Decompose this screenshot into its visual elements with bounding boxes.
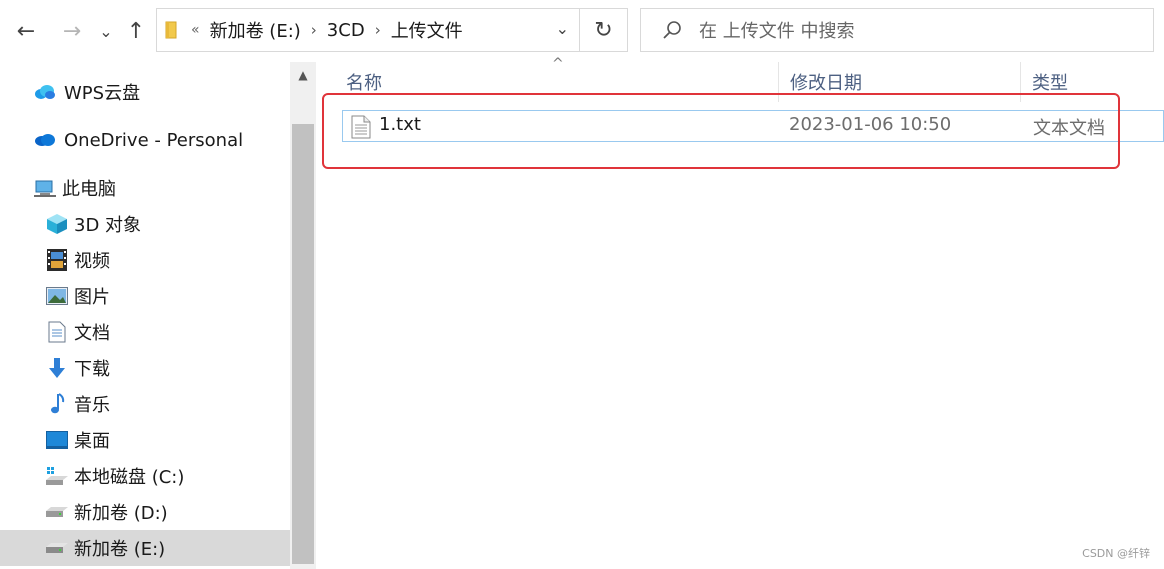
sidebar-item-videos[interactable]: 视频	[0, 242, 290, 278]
file-list-pane: ^ 名称 修改日期 类型 1.txt 2023-01-06 10:50 文本文档	[316, 56, 1164, 569]
sidebar-item-desktop[interactable]: 桌面	[0, 422, 290, 458]
breadcrumb-separator-icon[interactable]: ›	[311, 21, 317, 39]
sidebar-item-label: WPS云盘	[64, 83, 141, 104]
sidebar-item-pictures[interactable]: 图片	[0, 278, 290, 314]
desktop-icon	[46, 429, 68, 451]
sidebar-item-wps-cloud[interactable]: WPS云盘	[0, 74, 290, 110]
arrow-up-icon: ↑	[126, 18, 146, 44]
sidebar-item-downloads[interactable]: 下载	[0, 350, 290, 386]
sidebar-item-3d-objects[interactable]: 3D 对象	[0, 206, 290, 242]
picture-icon	[46, 285, 68, 307]
sidebar-item-label: OneDrive - Personal	[64, 129, 244, 151]
music-icon	[46, 393, 68, 415]
search-icon	[663, 21, 681, 39]
sidebar-item-label: 此电脑	[62, 179, 116, 200]
refresh-button[interactable]: ↻	[580, 8, 628, 52]
sidebar-item-label: 新加卷 (E:)	[74, 539, 166, 560]
sidebar-item-label: 桌面	[74, 431, 110, 452]
sidebar-item-drive-d[interactable]: 新加卷 (D:)	[0, 494, 290, 530]
onedrive-icon	[34, 129, 56, 151]
sidebar-item-documents[interactable]: 文档	[0, 314, 290, 350]
column-header-name[interactable]: 名称	[346, 62, 382, 102]
breadcrumb-overflow[interactable]: «	[191, 22, 200, 38]
back-button[interactable]: ←	[14, 18, 38, 44]
address-bar[interactable]: « 新加卷 (E:) › 3CD › 上传文件 ⌄	[156, 8, 580, 52]
scroll-up-icon[interactable]: ▲	[290, 62, 316, 88]
search-input[interactable]: 在 上传文件 中搜索	[699, 17, 854, 43]
sidebar-item-this-pc[interactable]: 此电脑	[0, 170, 290, 206]
sidebar-item-drive-c[interactable]: 本地磁盘 (C:)	[0, 458, 290, 494]
text-file-icon	[351, 115, 371, 139]
column-header-type[interactable]: 类型	[1032, 62, 1068, 102]
cube-icon	[46, 213, 68, 235]
up-button[interactable]: ↑	[124, 18, 148, 44]
breadcrumb-item[interactable]: 新加卷 (E:)	[210, 17, 301, 43]
sidebar-item-label: 3D 对象	[74, 215, 142, 236]
sidebar-item-onedrive[interactable]: OneDrive - Personal	[0, 122, 290, 158]
sidebar-item-music[interactable]: 音乐	[0, 386, 290, 422]
sidebar-item-label: 本地磁盘 (C:)	[74, 467, 185, 488]
file-name[interactable]: 1.txt	[379, 114, 421, 135]
sidebar-item-label: 新加卷 (D:)	[74, 503, 168, 524]
file-row[interactable]: 1.txt 2023-01-06 10:50 文本文档	[342, 110, 1164, 142]
sidebar-item-label: 下载	[74, 359, 110, 380]
sidebar-item-label: 图片	[74, 287, 110, 308]
sidebar-item-drive-e[interactable]: 新加卷 (E:)	[0, 530, 290, 566]
cloud-icon	[34, 81, 56, 103]
forward-button[interactable]: →	[60, 18, 84, 44]
recent-locations-button[interactable]: ⌄	[94, 18, 118, 44]
film-icon	[46, 249, 68, 271]
sidebar-scrollbar[interactable]: ▲	[290, 62, 316, 569]
file-type: 文本文档	[1033, 118, 1105, 139]
arrow-left-icon: ←	[16, 18, 36, 44]
drive-icon	[46, 537, 68, 559]
download-icon	[46, 357, 68, 379]
breadcrumb-item[interactable]: 上传文件	[391, 17, 463, 43]
column-divider[interactable]	[1020, 62, 1021, 102]
folder-icon	[165, 21, 177, 39]
file-modified-date: 2023-01-06 10:50	[789, 114, 952, 135]
sidebar-item-label: 文档	[74, 323, 110, 344]
sort-ascending-icon: ^	[552, 56, 564, 72]
arrow-right-icon: →	[62, 18, 82, 44]
column-divider[interactable]	[778, 62, 779, 102]
watermark: CSDN @纤锌	[1082, 547, 1150, 560]
drive-icon	[46, 501, 68, 523]
chevron-down-icon: ⌄	[99, 21, 113, 41]
breadcrumb-item[interactable]: 3CD	[327, 20, 365, 41]
column-header-modified[interactable]: 修改日期	[790, 62, 862, 102]
search-box[interactable]: 在 上传文件 中搜索	[640, 8, 1154, 52]
refresh-icon: ↻	[594, 17, 613, 43]
navigation-pane: WPS云盘 OneDrive - Personal 此电脑 3D 对象 视频 图…	[0, 62, 290, 569]
scrollbar-thumb[interactable]	[292, 124, 314, 564]
address-dropdown-icon[interactable]: ⌄	[556, 19, 569, 38]
sidebar-item-label: 视频	[74, 251, 110, 272]
computer-icon	[34, 177, 56, 199]
drive-icon	[46, 465, 68, 487]
document-icon	[46, 321, 68, 343]
address-toolbar: ← → ⌄ ↑ « 新加卷 (E:) › 3CD › 上传文件 ⌄ ↻ 在 上传…	[0, 0, 1164, 62]
sidebar-item-label: 音乐	[74, 395, 110, 416]
breadcrumb-separator-icon[interactable]: ›	[375, 21, 381, 39]
